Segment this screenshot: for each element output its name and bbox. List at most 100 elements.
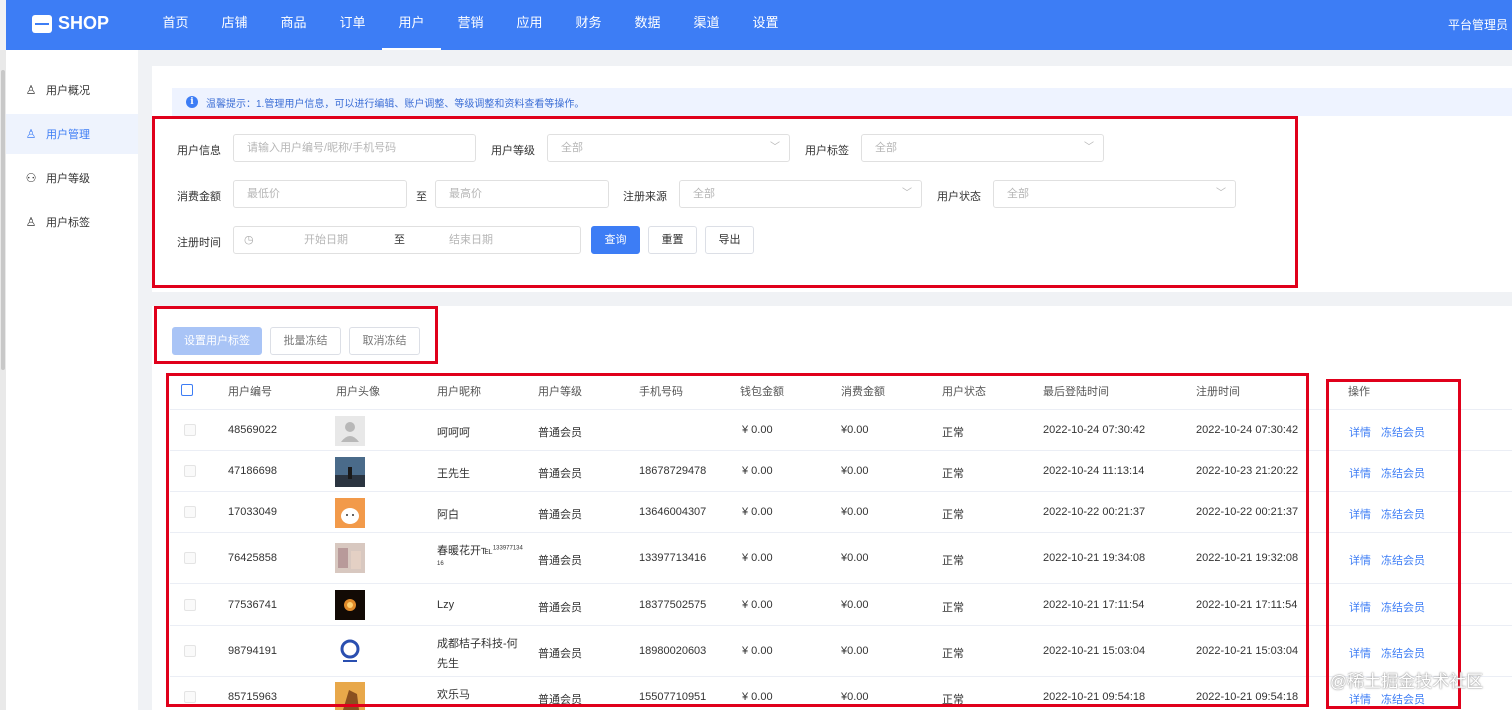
status: 正常: [942, 509, 964, 521]
freeze-link[interactable]: 冻结会员: [1381, 599, 1425, 615]
sidebar-item-label: 用户概况: [46, 85, 90, 97]
level: 普通会员: [538, 427, 582, 439]
logo[interactable]: SHOP: [32, 13, 109, 34]
table-row[interactable]: 17033049 阿白 普通会员 13646004307 ¥ 0.00 ¥0.0…: [170, 492, 1512, 533]
wallet: ¥ 0.00: [742, 506, 773, 518]
sidebar-item-label: 用户标签: [46, 217, 90, 229]
nav-store[interactable]: 店铺: [205, 0, 264, 50]
date-range-picker[interactable]: ◷ 开始日期 至 结束日期: [233, 226, 581, 254]
nickname: Lzy: [437, 599, 455, 611]
freeze-link[interactable]: 冻结会员: [1381, 691, 1425, 707]
col-user-id[interactable]: 用户编号: [228, 383, 272, 399]
sidebar-item-user-tags[interactable]: ♙ 用户标签: [6, 202, 138, 242]
col-nickname: 用户昵称: [437, 386, 481, 398]
nav-home[interactable]: 首页: [146, 0, 205, 50]
phone: 13646004307: [639, 506, 707, 518]
user-id: 76425858: [228, 552, 277, 564]
nav-goods[interactable]: 商品: [264, 0, 323, 50]
detail-link[interactable]: 详情: [1349, 552, 1371, 568]
row-checkbox[interactable]: [184, 645, 196, 657]
table-row[interactable]: 98794191 成都桔子科技-何 先生 普通会员 18980020603 ¥ …: [170, 626, 1512, 677]
user-id: 17033049: [228, 506, 277, 518]
batch-freeze-button[interactable]: 批量冻结: [270, 327, 341, 355]
admin-menu[interactable]: 平台管理员: [1448, 16, 1508, 33]
status: 正常: [942, 555, 964, 567]
reg-time: 2022-10-21 09:54:18: [1196, 691, 1299, 703]
detail-link[interactable]: 详情: [1349, 599, 1371, 615]
level: 普通会员: [538, 602, 582, 614]
phone: 18377502575: [639, 599, 707, 611]
sidebar-item-user-overview[interactable]: ♙ 用户概况: [6, 70, 138, 110]
status-select[interactable]: 全部 ﹀: [993, 180, 1236, 208]
table-row[interactable]: 85715963 欢乐马 普通会员 15507710951 ¥ 0.00 ¥0.…: [170, 677, 1512, 710]
row-checkbox[interactable]: [184, 506, 196, 518]
freeze-link[interactable]: 冻结会员: [1381, 552, 1425, 568]
nickname-sup: 133977134: [492, 545, 523, 552]
select-all-checkbox[interactable]: [181, 384, 193, 396]
detail-link[interactable]: 详情: [1349, 424, 1371, 440]
chevron-down-icon: ﹀: [902, 188, 912, 199]
unfreeze-button[interactable]: 取消冻结: [349, 327, 420, 355]
min-amount-input[interactable]: 最低价: [233, 180, 407, 208]
level-select[interactable]: 全部 ﹀: [547, 134, 790, 162]
set-tag-button[interactable]: 设置用户标签: [172, 327, 262, 355]
query-button[interactable]: 查询: [591, 226, 640, 254]
source-select-value: 全部: [693, 188, 715, 200]
phone: 13397713416: [639, 552, 707, 564]
amount-label: 消费金额: [177, 191, 221, 203]
source-select[interactable]: 全部 ﹀: [679, 180, 922, 208]
nav-finance[interactable]: 财务: [559, 0, 618, 50]
nav-marketing[interactable]: 营销: [441, 0, 500, 50]
nav-data[interactable]: 数据: [618, 0, 677, 50]
table-row[interactable]: 76425858 春暖花开℡133977134 16 普通会员 13397713…: [170, 533, 1512, 584]
detail-link[interactable]: 详情: [1349, 645, 1371, 661]
table-row[interactable]: 77536741 Lzy 普通会员 18377502575 ¥ 0.00 ¥0.…: [170, 584, 1512, 626]
user-id: 85715963: [228, 691, 277, 703]
freeze-link[interactable]: 冻结会员: [1381, 424, 1425, 440]
table-header: 用户编号 用户头像 用户昵称 用户等级 手机号码 钱包金额 消费金额 用户状态 …: [170, 370, 1512, 410]
row-checkbox[interactable]: [184, 691, 196, 703]
detail-link[interactable]: 详情: [1349, 691, 1371, 707]
row-checkbox[interactable]: [184, 599, 196, 611]
scrollbar-thumb[interactable]: [1, 70, 5, 370]
level: 普通会员: [538, 509, 582, 521]
detail-link[interactable]: 详情: [1349, 506, 1371, 522]
row-checkbox[interactable]: [184, 424, 196, 436]
table-row[interactable]: 48569022 呵呵呵 普通会员 ¥ 0.00 ¥0.00 正常 2022-1…: [170, 410, 1512, 451]
nickname: 王先生: [437, 468, 470, 480]
freeze-link[interactable]: 冻结会员: [1381, 645, 1425, 661]
freeze-link[interactable]: 冻结会员: [1381, 465, 1425, 481]
last-login: 2022-10-22 00:21:37: [1043, 506, 1146, 518]
row-checkbox[interactable]: [184, 552, 196, 564]
phone: 18678729478: [639, 465, 707, 477]
detail-link[interactable]: 详情: [1349, 465, 1371, 481]
freeze-link[interactable]: 冻结会员: [1381, 506, 1425, 522]
row-checkbox[interactable]: [184, 465, 196, 477]
main-nav: 首页 店铺 商品 订单 用户 营销 应用 财务 数据 渠道 设置: [146, 0, 795, 50]
end-date[interactable]: 结束日期: [449, 227, 493, 253]
max-amount-input[interactable]: 最高价: [435, 180, 609, 208]
user-info-input[interactable]: 请输入用户编号/昵称/手机号码: [233, 134, 476, 162]
col-status: 用户状态: [942, 386, 986, 398]
avatar: [335, 457, 365, 487]
logo-text: SHOP: [58, 13, 110, 33]
export-button[interactable]: 导出: [705, 226, 754, 254]
tag-select[interactable]: 全部 ﹀: [861, 134, 1104, 162]
sidebar-item-user-level[interactable]: ⚇ 用户等级: [6, 158, 138, 198]
col-actions: 操作: [1348, 386, 1370, 398]
col-spend: 消费金额: [841, 386, 885, 398]
spend: ¥0.00: [841, 424, 869, 436]
nav-settings[interactable]: 设置: [736, 0, 795, 50]
reg-time: 2022-10-23 21:20:22: [1196, 465, 1299, 477]
nav-users[interactable]: 用户: [382, 0, 441, 50]
user-group-icon: ⚇: [25, 171, 37, 185]
nav-channels[interactable]: 渠道: [677, 0, 736, 50]
table-row[interactable]: 47186698 王先生 普通会员 18678729478 ¥ 0.00 ¥0.…: [170, 451, 1512, 492]
nav-apps[interactable]: 应用: [500, 0, 559, 50]
watermark: @稀土掘金技术社区: [1330, 672, 1484, 691]
start-date[interactable]: 开始日期: [304, 227, 348, 253]
sidebar-item-user-management[interactable]: ♙ 用户管理: [6, 114, 138, 154]
nav-orders[interactable]: 订单: [323, 0, 382, 50]
user-tag-icon: ♙: [25, 215, 37, 229]
reset-button[interactable]: 重置: [648, 226, 697, 254]
